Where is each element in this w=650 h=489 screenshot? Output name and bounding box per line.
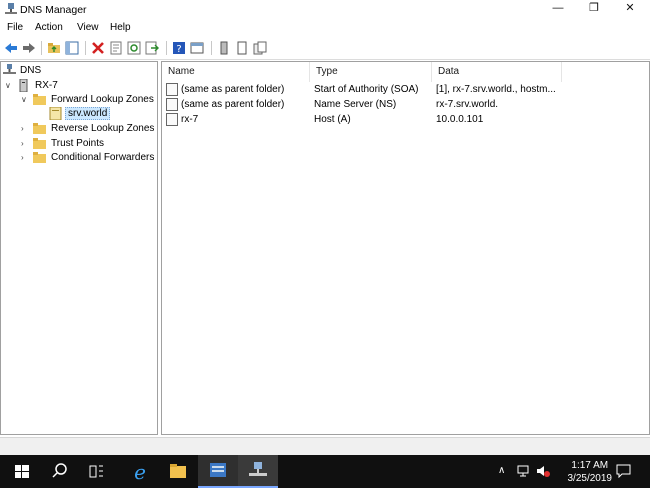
record-data: [1], rx-7.srv.world., hostm... bbox=[436, 84, 556, 95]
delete-icon[interactable] bbox=[91, 41, 105, 55]
dns-app-icon bbox=[5, 3, 17, 14]
chevron-down-icon[interactable]: ∨ bbox=[5, 80, 13, 92]
maximize-button[interactable]: ❐ bbox=[576, 0, 612, 18]
menu-view[interactable]: View bbox=[77, 22, 99, 33]
tree-label: Reverse Lookup Zones bbox=[51, 123, 155, 134]
close-button[interactable]: ✕ bbox=[612, 0, 648, 18]
status-bar bbox=[0, 437, 650, 456]
volume-muted-icon[interactable] bbox=[536, 464, 550, 478]
dns-icon bbox=[3, 64, 16, 74]
show-hide-tree-icon[interactable] bbox=[65, 41, 79, 55]
records-list-view: Name Type Data (same as parent folder) S… bbox=[161, 61, 650, 435]
show-pane-icon[interactable] bbox=[190, 41, 204, 55]
record-name: (same as parent folder) bbox=[181, 99, 285, 110]
notifications-icon[interactable] bbox=[616, 464, 631, 478]
taskbar-dns-manager[interactable] bbox=[238, 455, 278, 488]
minimize-button[interactable]: — bbox=[540, 0, 576, 18]
taskbar-server-manager[interactable] bbox=[198, 455, 238, 488]
tree-label: Forward Lookup Zones bbox=[51, 94, 154, 105]
record-icon bbox=[166, 83, 178, 96]
dns-app-icon bbox=[249, 462, 267, 476]
record-data: 10.0.0.101 bbox=[436, 114, 484, 125]
tree-item-forward-lookup-zones[interactable]: ∨ Forward Lookup Zones bbox=[21, 93, 155, 107]
tree-label: srv.world bbox=[65, 107, 111, 120]
document-icon[interactable] bbox=[235, 41, 249, 55]
record-icon bbox=[166, 98, 178, 111]
toolbar-separator bbox=[85, 41, 86, 55]
refresh-icon[interactable] bbox=[127, 41, 141, 55]
tree-item-trust-points[interactable]: › Trust Points bbox=[21, 137, 155, 151]
chevron-down-icon[interactable]: ∨ bbox=[21, 94, 29, 106]
tree-label: Trust Points bbox=[51, 138, 104, 149]
svg-text:?: ? bbox=[176, 44, 181, 55]
menu-file[interactable]: File bbox=[7, 22, 23, 33]
svg-text:e: e bbox=[134, 460, 146, 484]
windows-start-icon[interactable] bbox=[2, 455, 42, 488]
toolbar-separator bbox=[41, 41, 42, 55]
console-tree: DNS ∨ RX-7 ∨ Forward Lookup Zones srv.wo… bbox=[0, 61, 158, 435]
folder-icon bbox=[33, 94, 46, 105]
column-header-type[interactable]: Type bbox=[310, 62, 432, 82]
table-row[interactable]: (same as parent folder) Name Server (NS)… bbox=[162, 98, 649, 113]
search-icon[interactable] bbox=[40, 455, 80, 488]
forward-arrow-icon[interactable] bbox=[22, 41, 36, 55]
server-icon bbox=[19, 79, 28, 92]
tree-label: Conditional Forwarders bbox=[51, 152, 155, 163]
window-title: DNS Manager bbox=[20, 4, 87, 16]
record-icon bbox=[166, 113, 178, 126]
toolbar: ? bbox=[0, 37, 650, 60]
record-data: rx-7.srv.world. bbox=[436, 99, 499, 110]
column-header-name[interactable]: Name bbox=[162, 62, 310, 82]
tree-item-reverse-lookup-zones[interactable]: › Reverse Lookup Zones bbox=[21, 122, 155, 136]
chevron-right-icon[interactable]: › bbox=[21, 138, 29, 150]
records-icon[interactable] bbox=[253, 41, 267, 55]
folder-icon bbox=[33, 152, 46, 163]
menu-bar: File Action View Help bbox=[0, 20, 650, 37]
menu-action[interactable]: Action bbox=[35, 22, 63, 33]
folder-icon bbox=[33, 138, 46, 149]
help-icon[interactable]: ? bbox=[172, 41, 186, 55]
record-name: (same as parent folder) bbox=[181, 84, 285, 95]
tree-item-zone-srv-world[interactable]: srv.world bbox=[49, 107, 113, 121]
file-explorer-icon[interactable] bbox=[158, 455, 198, 488]
zone-file-icon bbox=[49, 107, 62, 120]
properties-icon[interactable] bbox=[109, 41, 123, 55]
record-type: Host (A) bbox=[314, 114, 351, 125]
table-row[interactable]: (same as parent folder) Start of Authori… bbox=[162, 83, 649, 98]
title-bar: DNS Manager — ❐ ✕ bbox=[0, 0, 650, 20]
toolbar-separator bbox=[166, 41, 167, 55]
table-row[interactable]: rx-7 Host (A) 10.0.0.101 bbox=[162, 113, 649, 128]
tree-item-conditional-forwarders[interactable]: › Conditional Forwarders bbox=[21, 151, 155, 165]
up-folder-icon[interactable] bbox=[47, 41, 61, 55]
clock-time: 1:17 AM bbox=[571, 460, 609, 471]
server-icon[interactable] bbox=[217, 41, 231, 55]
record-type: Name Server (NS) bbox=[314, 99, 397, 110]
network-icon[interactable] bbox=[516, 464, 530, 478]
back-arrow-icon[interactable] bbox=[4, 41, 18, 55]
clock-date: 3/25/2019 bbox=[567, 473, 613, 484]
tree-label: RX-7 bbox=[35, 80, 58, 91]
chevron-right-icon[interactable]: › bbox=[21, 123, 29, 135]
menu-help[interactable]: Help bbox=[110, 22, 131, 33]
server-manager-icon bbox=[210, 463, 226, 477]
task-view-icon[interactable] bbox=[76, 455, 116, 488]
system-clock[interactable]: 1:17 AM 3/25/2019 bbox=[568, 459, 613, 485]
folder-icon bbox=[33, 123, 46, 134]
chevron-right-icon[interactable]: › bbox=[21, 152, 29, 164]
record-name: rx-7 bbox=[181, 114, 199, 125]
chevron-up-icon[interactable]: ∧ bbox=[498, 465, 505, 476]
internet-explorer-icon[interactable]: e bbox=[120, 455, 160, 488]
export-list-icon[interactable] bbox=[145, 41, 159, 55]
tree-item-dns[interactable]: DNS bbox=[3, 64, 153, 78]
record-type: Start of Authority (SOA) bbox=[314, 84, 419, 95]
tree-label: DNS bbox=[20, 65, 42, 76]
tree-item-server[interactable]: ∨ RX-7 bbox=[5, 79, 155, 93]
toolbar-separator bbox=[211, 41, 212, 55]
column-header-data[interactable]: Data bbox=[432, 62, 562, 82]
taskbar: e ∧ 1:17 AM 3/25/2019 bbox=[0, 455, 650, 488]
